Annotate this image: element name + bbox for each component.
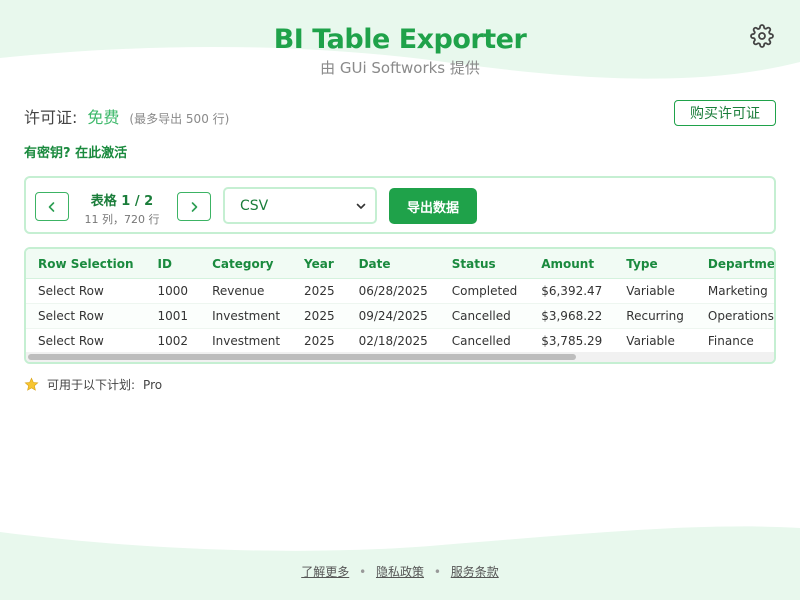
plan-availability: 可用于以下计划: Pro bbox=[24, 376, 162, 393]
activate-key-link[interactable]: 有密钥? 在此激活 bbox=[24, 142, 127, 161]
column-header: Row Selection bbox=[26, 249, 146, 279]
table-cell: Cancelled bbox=[439, 328, 530, 354]
select-row-cell[interactable]: Select Row bbox=[26, 303, 146, 329]
chevron-right-icon bbox=[191, 201, 198, 212]
format-select[interactable]: CSV bbox=[223, 187, 377, 224]
select-row-cell[interactable]: Select Row bbox=[26, 328, 146, 354]
table-cell: Variable bbox=[614, 278, 696, 304]
footer-separator: • bbox=[359, 565, 367, 579]
footer-separator: • bbox=[433, 565, 441, 579]
table-cell: 06/28/2025 bbox=[346, 278, 440, 304]
horizontal-scrollbar[interactable] bbox=[26, 352, 774, 362]
column-header: Amount bbox=[529, 249, 615, 279]
table-row: Select Row 1002 Investment 2025 02/18/20… bbox=[26, 328, 774, 354]
table-cell: 09/24/2025 bbox=[346, 303, 440, 329]
license-value: 免费 bbox=[87, 108, 120, 127]
chevron-left-icon bbox=[48, 201, 55, 212]
select-row-cell[interactable]: Select Row bbox=[26, 278, 146, 304]
learn-more-link[interactable]: 了解更多 bbox=[301, 565, 349, 579]
table-cell: Variable bbox=[614, 328, 696, 354]
plan-label: 可用于以下计划: bbox=[47, 378, 136, 392]
column-header: Department bbox=[695, 249, 774, 279]
next-table-button[interactable] bbox=[177, 192, 211, 221]
license-row: 许可证: 免费 (最多导出 500 行) bbox=[24, 104, 229, 128]
column-header: Date bbox=[346, 249, 440, 279]
export-data-button[interactable]: 导出数据 bbox=[389, 188, 477, 224]
terms-of-service-link[interactable]: 服务条款 bbox=[451, 565, 499, 579]
table-cell: 1001 bbox=[145, 303, 201, 329]
column-header: ID bbox=[145, 249, 201, 279]
previous-table-button[interactable] bbox=[35, 192, 69, 221]
table-cell: 02/18/2025 bbox=[346, 328, 440, 354]
table-info: 表格 1 / 2 11 列，720 行 bbox=[76, 190, 168, 227]
privacy-policy-link[interactable]: 隐私政策 bbox=[376, 565, 424, 579]
app-subtitle: 由 GUi Softworks 提供 bbox=[320, 59, 480, 77]
table-cell: Cancelled bbox=[439, 303, 530, 329]
preview-table: Row Selection ID Category Year Date Stat… bbox=[26, 249, 774, 354]
table-cell: Completed bbox=[439, 278, 530, 304]
table-cell: Investment bbox=[200, 303, 293, 329]
table-header-row: Row Selection ID Category Year Date Stat… bbox=[26, 249, 774, 279]
table-cell: 1002 bbox=[145, 328, 201, 354]
table-cell: Marketing bbox=[695, 278, 774, 304]
column-header: Type bbox=[614, 249, 696, 279]
table-cell: 2025 bbox=[292, 328, 347, 354]
table-row: Select Row 1000 Revenue 2025 06/28/2025 … bbox=[26, 278, 774, 304]
table-cell: $3,968.22 bbox=[529, 303, 615, 329]
license-note: (最多导出 500 行) bbox=[129, 112, 230, 126]
table-name: 表格 1 / 2 bbox=[90, 194, 154, 209]
column-header: Category bbox=[200, 249, 293, 279]
license-label: 许可证: bbox=[24, 108, 78, 127]
scrollbar-thumb[interactable] bbox=[28, 354, 576, 360]
table-cell: Investment bbox=[200, 328, 293, 354]
table-cell: 1000 bbox=[145, 278, 201, 304]
data-table: Row Selection ID Category Year Date Stat… bbox=[24, 247, 776, 364]
table-cell: Finance bbox=[695, 328, 774, 354]
footer: 了解更多 • 隐私政策 • 服务条款 bbox=[0, 563, 800, 580]
table-cell: Operations bbox=[695, 303, 774, 329]
export-toolbar: 表格 1 / 2 11 列，720 行 CSV 导出数据 bbox=[24, 176, 776, 234]
table-cell: Revenue bbox=[200, 278, 293, 304]
chevron-down-icon bbox=[356, 203, 366, 209]
format-select-value: CSV bbox=[240, 197, 269, 214]
gear-icon[interactable] bbox=[750, 24, 774, 48]
table-cell: $6,392.47 bbox=[529, 278, 615, 304]
column-header: Status bbox=[439, 249, 530, 279]
buy-license-button[interactable]: 购买许可证 bbox=[674, 100, 776, 126]
table-cell: 2025 bbox=[292, 303, 347, 329]
table-meta: 11 列，720 行 bbox=[84, 213, 160, 226]
table-cell: $3,785.29 bbox=[529, 328, 615, 354]
plan-value: Pro bbox=[143, 377, 163, 392]
header: BI Table Exporter 由 GUi Softworks 提供 bbox=[0, 24, 800, 78]
column-header: Year bbox=[292, 249, 347, 279]
footer-wave bbox=[0, 526, 800, 600]
star-icon bbox=[24, 377, 39, 391]
app-title: BI Table Exporter bbox=[273, 24, 527, 55]
table-cell: 2025 bbox=[292, 278, 347, 304]
table-row: Select Row 1001 Investment 2025 09/24/20… bbox=[26, 303, 774, 329]
table-cell: Recurring bbox=[614, 303, 696, 329]
